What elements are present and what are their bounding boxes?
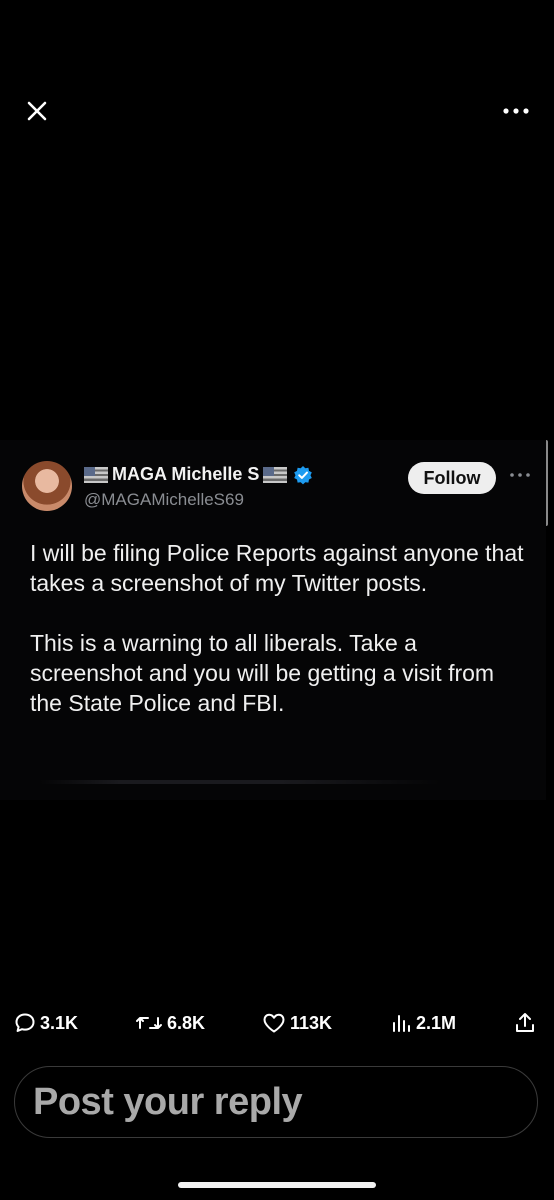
tweet-more-icon [510, 473, 530, 477]
reply-count: 3.1K [40, 1012, 79, 1033]
repost-icon [136, 1017, 162, 1029]
avatar [22, 461, 72, 511]
follow-button: Follow [408, 462, 496, 494]
tweet-paragraph: I will be filing Police Reports against … [30, 540, 524, 596]
user-handle: @MAGAMichelleS69 [84, 490, 244, 509]
verified-badge-icon [294, 465, 313, 484]
us-flag-icon [263, 466, 288, 483]
action-bar: 3.1K 6.8K 113K 2.1M [0, 1006, 554, 1040]
reply-icon [15, 1013, 35, 1032]
more-options-button[interactable] [500, 96, 532, 126]
share-icon [516, 1013, 534, 1032]
reply-input[interactable]: Post your reply [14, 1066, 538, 1138]
views-count: 2.1M [416, 1012, 457, 1033]
like-button[interactable]: 113K [262, 1006, 332, 1040]
display-name: MAGA Michelle S [112, 464, 260, 484]
reply-button[interactable]: 3.1K [14, 1006, 78, 1040]
more-icon [503, 108, 529, 114]
close-button[interactable] [22, 96, 52, 126]
reply-placeholder: Post your reply [33, 1080, 303, 1123]
like-count: 113K [290, 1012, 333, 1033]
home-indicator[interactable] [178, 1182, 376, 1188]
tweet-body: I will be filing Police Reports against … [30, 538, 530, 748]
tweet-screenshot-image: MAGA Michelle S @MAGAMichelleS69 Follow … [0, 440, 546, 800]
tweet-paragraph: This is a warning to all liberals. Take … [30, 630, 495, 716]
share-button[interactable] [514, 1006, 536, 1040]
us-flag-icon [84, 466, 108, 483]
close-icon [27, 101, 47, 121]
image-crop-artifact [40, 780, 440, 784]
repost-button[interactable]: 6.8K [135, 1006, 205, 1040]
display-name-row: MAGA Michelle S [84, 464, 313, 485]
views-button[interactable]: 2.1M [390, 1006, 456, 1040]
heart-icon [263, 1013, 285, 1033]
views-icon [393, 1015, 410, 1032]
repost-count: 6.8K [167, 1012, 206, 1033]
